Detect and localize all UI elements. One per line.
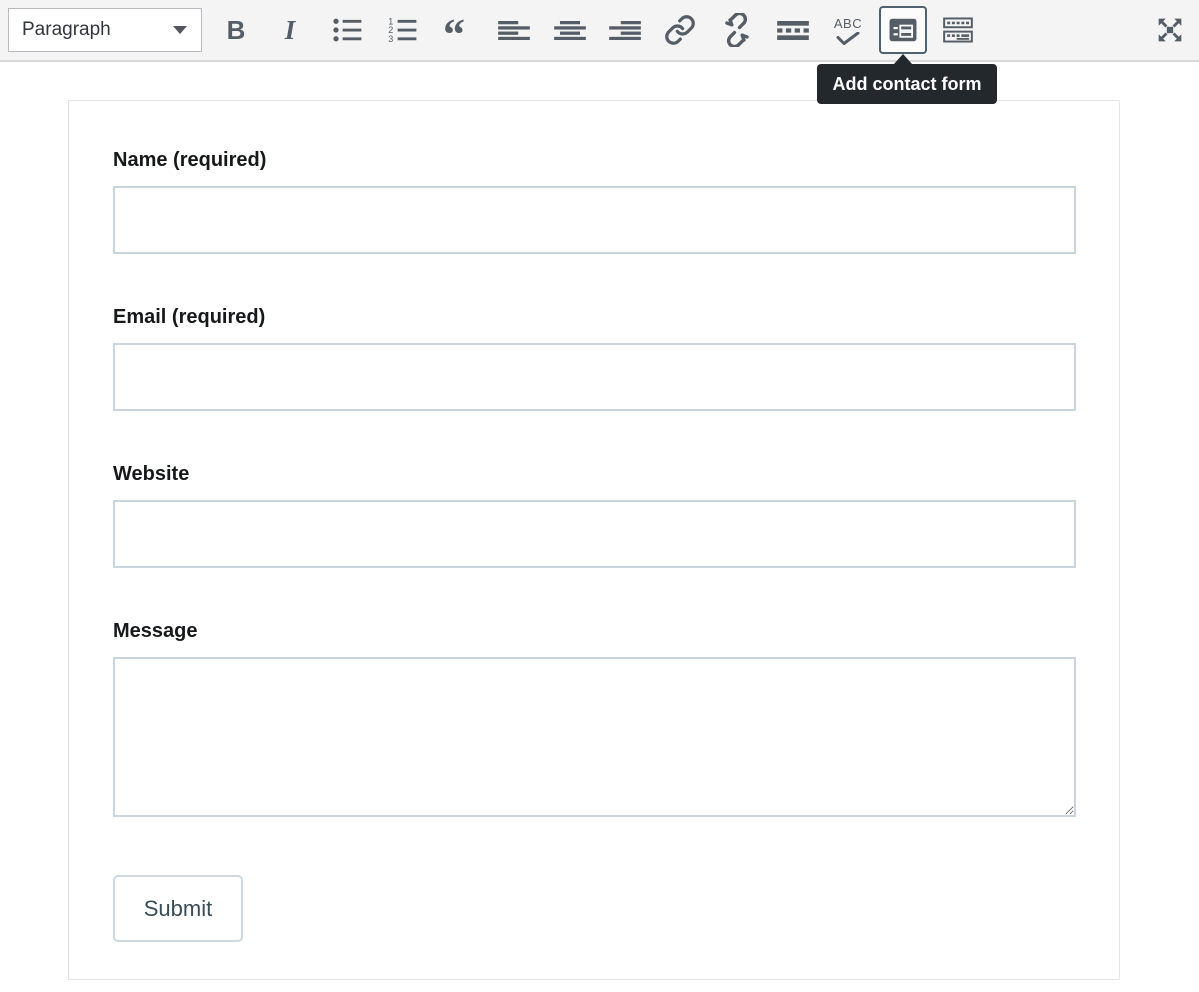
numbered-list-button[interactable]: 1 2 3 bbox=[378, 6, 426, 54]
add-contact-form-tooltip: Add contact form bbox=[817, 64, 997, 104]
svg-text:“: “ bbox=[443, 15, 465, 45]
toolbar-toggle-button[interactable] bbox=[934, 6, 982, 54]
bulleted-list-icon bbox=[332, 16, 362, 44]
name-field-group: Name (required) bbox=[113, 147, 1076, 254]
website-input[interactable] bbox=[113, 500, 1076, 568]
italic-icon: I bbox=[285, 15, 296, 46]
bulleted-list-button[interactable] bbox=[323, 6, 371, 54]
email-field-label: Email (required) bbox=[113, 304, 1076, 330]
align-center-icon bbox=[554, 21, 586, 40]
insert-read-more-button[interactable] bbox=[769, 6, 817, 54]
chevron-down-icon bbox=[173, 26, 187, 34]
editor-toolbar: Paragraph B I 1 2 3 “ bbox=[0, 0, 1199, 62]
contact-form-preview: Name (required) Email (required) Website… bbox=[68, 100, 1120, 980]
align-center-button[interactable] bbox=[546, 6, 594, 54]
email-input[interactable] bbox=[113, 343, 1076, 411]
svg-text:3: 3 bbox=[388, 34, 393, 44]
paragraph-format-dropdown[interactable]: Paragraph bbox=[8, 8, 202, 52]
website-field-group: Website bbox=[113, 461, 1076, 568]
paragraph-format-value: Paragraph bbox=[9, 19, 173, 41]
tooltip-text: Add contact form bbox=[832, 74, 981, 95]
align-right-icon bbox=[609, 21, 641, 40]
name-field-label: Name (required) bbox=[113, 147, 1076, 173]
message-field-group: Message bbox=[113, 618, 1076, 817]
align-left-button[interactable] bbox=[490, 6, 538, 54]
bold-button[interactable]: B bbox=[212, 6, 260, 54]
message-textarea[interactable] bbox=[113, 657, 1076, 817]
align-right-button[interactable] bbox=[601, 6, 649, 54]
remove-link-button[interactable] bbox=[713, 6, 761, 54]
add-contact-form-button[interactable] bbox=[879, 6, 927, 54]
name-input[interactable] bbox=[113, 186, 1076, 254]
link-icon bbox=[664, 14, 696, 46]
spellcheck-icon: ABC bbox=[834, 16, 862, 45]
blockquote-button[interactable]: “ bbox=[435, 6, 483, 54]
submit-button[interactable]: Submit bbox=[113, 875, 243, 942]
keyboard-icon bbox=[943, 17, 973, 43]
insert-link-button[interactable] bbox=[656, 6, 704, 54]
italic-button[interactable]: I bbox=[266, 6, 314, 54]
align-left-icon bbox=[498, 21, 530, 40]
unlink-icon bbox=[720, 13, 754, 47]
website-field-label: Website bbox=[113, 461, 1076, 487]
spellcheck-button[interactable]: ABC bbox=[824, 6, 872, 54]
bold-icon: B bbox=[227, 15, 246, 46]
read-more-icon bbox=[777, 21, 809, 40]
fullscreen-icon bbox=[1154, 14, 1186, 46]
fullscreen-button[interactable] bbox=[1146, 6, 1194, 54]
blockquote-icon: “ bbox=[443, 15, 475, 45]
numbered-list-icon: 1 2 3 bbox=[387, 16, 417, 44]
message-field-label: Message bbox=[113, 618, 1076, 644]
email-field-group: Email (required) bbox=[113, 304, 1076, 411]
contact-form-icon bbox=[889, 18, 917, 42]
